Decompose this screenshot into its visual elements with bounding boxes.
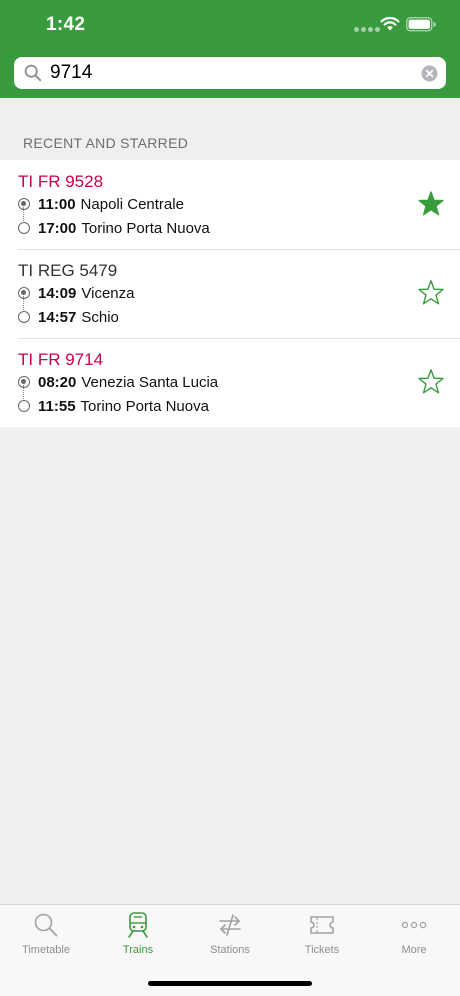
tab-label: Stations bbox=[210, 944, 250, 956]
arrival-time: 14:57 bbox=[38, 308, 77, 326]
app-header: 1:42 bbox=[0, 0, 460, 98]
arrival-time: 17:00 bbox=[38, 219, 77, 237]
cellular-signal-icon bbox=[354, 27, 380, 32]
tab-more[interactable]: More bbox=[368, 911, 460, 963]
departure-station: Vicenza bbox=[81, 284, 135, 302]
train-icon bbox=[128, 912, 148, 938]
tab-tickets[interactable]: Tickets bbox=[276, 911, 368, 963]
tab-label: Tickets bbox=[304, 944, 340, 956]
arrival-dot-icon bbox=[18, 311, 30, 323]
star-outline-icon[interactable] bbox=[417, 368, 445, 396]
ticket-icon bbox=[310, 916, 334, 934]
search-bar[interactable] bbox=[14, 57, 446, 89]
star-outline-icon[interactable] bbox=[417, 279, 445, 307]
clear-search-icon[interactable] bbox=[421, 65, 438, 82]
train-name: TI FR 9528 bbox=[18, 172, 104, 191]
tab-label: Trains bbox=[122, 944, 154, 956]
departure-station: Napoli Centrale bbox=[80, 195, 184, 213]
arrival-station: Schio bbox=[81, 308, 119, 326]
train-name: TI REG 5479 bbox=[18, 261, 118, 280]
tab-timetable[interactable]: Timetable bbox=[0, 911, 92, 963]
search-icon bbox=[34, 913, 58, 937]
arrival-dot-icon bbox=[18, 400, 30, 412]
tab-label: More bbox=[401, 944, 427, 956]
more-icon bbox=[401, 921, 427, 929]
train-row[interactable]: TI REG 5479 14:09 Vicenza 14:57 Schio bbox=[0, 249, 460, 338]
arrival-time: 11:55 bbox=[38, 397, 76, 415]
departure-stop: 08:20 Venezia Santa Lucia bbox=[18, 372, 218, 392]
star-filled-icon[interactable] bbox=[417, 190, 445, 218]
train-row[interactable]: TI FR 9528 11:00 Napoli Centrale 17:00 T… bbox=[0, 160, 460, 249]
arrival-stop: 11:55 Torino Porta Nuova bbox=[18, 396, 209, 416]
departure-stop: 11:00 Napoli Centrale bbox=[18, 194, 184, 214]
departure-time: 08:20 bbox=[38, 373, 77, 391]
train-list: TI FR 9528 11:00 Napoli Centrale 17:00 T… bbox=[0, 160, 460, 427]
section-header-recent-starred: RECENT AND STARRED bbox=[23, 135, 189, 151]
arrival-station: Torino Porta Nuova bbox=[80, 397, 209, 415]
search-input[interactable] bbox=[50, 61, 410, 85]
tab-stations[interactable]: Stations bbox=[184, 911, 276, 963]
tab-label: Timetable bbox=[22, 944, 70, 956]
arrival-dot-icon bbox=[18, 222, 30, 234]
status-bar: 1:42 bbox=[0, 0, 460, 50]
arrival-stop: 14:57 Schio bbox=[18, 307, 119, 327]
departure-time: 11:00 bbox=[38, 195, 76, 213]
tab-trains[interactable]: Trains bbox=[92, 911, 184, 963]
arrival-stop: 17:00 Torino Porta Nuova bbox=[18, 218, 210, 238]
arrival-station: Torino Porta Nuova bbox=[81, 219, 210, 237]
stations-icon bbox=[219, 914, 241, 936]
home-indicator bbox=[148, 981, 312, 986]
train-name: TI FR 9714 bbox=[18, 350, 104, 369]
status-time: 1:42 bbox=[46, 14, 86, 35]
departure-station: Venezia Santa Lucia bbox=[81, 373, 219, 391]
train-row[interactable]: TI FR 9714 08:20 Venezia Santa Lucia 11:… bbox=[0, 338, 460, 427]
search-icon bbox=[24, 64, 42, 82]
battery-icon bbox=[406, 17, 436, 32]
wifi-icon bbox=[380, 16, 400, 31]
departure-time: 14:09 bbox=[38, 284, 77, 302]
departure-stop: 14:09 Vicenza bbox=[18, 283, 134, 303]
